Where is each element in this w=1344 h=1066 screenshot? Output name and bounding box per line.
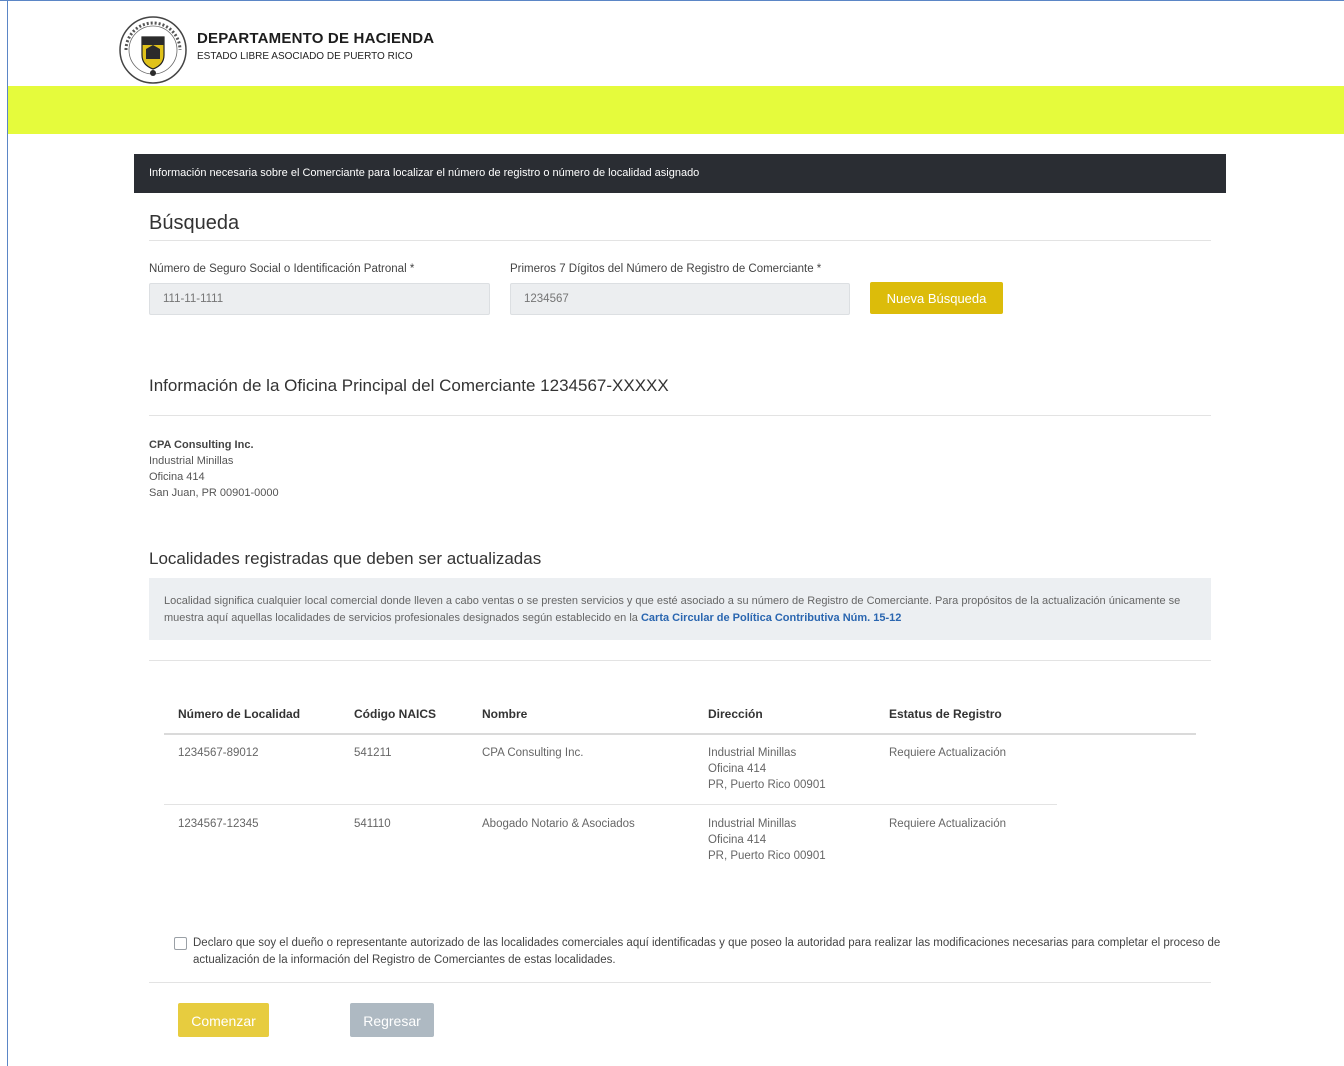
row-divider xyxy=(164,804,1057,805)
address-line: Industrial Minillas xyxy=(708,818,797,830)
office-name: CPA Consulting Inc. xyxy=(149,439,254,451)
cell-numero: 1234567-12345 xyxy=(178,818,259,830)
address-line: Oficina 414 xyxy=(708,763,767,775)
office-section-title: Información de la Oficina Principal del … xyxy=(149,376,669,395)
cell-nombre: CPA Consulting Inc. xyxy=(482,747,584,759)
divider xyxy=(149,660,1211,661)
brand-title: DEPARTAMENTO DE HACIENDA xyxy=(197,30,435,47)
window-border-top xyxy=(0,0,1344,1)
brand-subtitle: ESTADO LIBRE ASOCIADO DE PUERTO RICO xyxy=(197,51,413,62)
circular-link[interactable]: Carta Circular de Política Contributiva … xyxy=(641,612,901,624)
back-button[interactable]: Regresar xyxy=(350,1003,434,1037)
localities-section-title: Localidades registradas que deben ser ac… xyxy=(149,549,542,568)
declaration-text: Declaro que soy el dueño o representante… xyxy=(193,937,1221,966)
office-address-line: San Juan, PR 00901-0000 xyxy=(149,487,279,499)
address-line: PR, Puerto Rico 00901 xyxy=(708,850,826,862)
divider xyxy=(149,982,1211,983)
column-header-nombre: Nombre xyxy=(482,707,528,721)
office-address: CPA Consulting Inc. Industrial Minillas … xyxy=(149,437,279,501)
column-header-estatus: Estatus de Registro xyxy=(889,707,1002,721)
declaration-checkbox[interactable] xyxy=(174,937,187,950)
cell-nombre: Abogado Notario & Asociados xyxy=(482,818,635,830)
office-address-line: Oficina 414 xyxy=(149,471,205,483)
ssn-label: Número de Seguro Social o Identificación… xyxy=(149,263,415,275)
column-header-numero: Número de Localidad xyxy=(178,707,301,721)
window-border-left xyxy=(7,0,8,1066)
registration-input[interactable] xyxy=(510,283,850,315)
cell-numero: 1234567-89012 xyxy=(178,747,259,759)
divider xyxy=(149,415,1211,416)
info-bar-text: Información necesaria sobre el Comercian… xyxy=(149,167,700,179)
cell-naics: 541110 xyxy=(354,818,391,830)
address-line: PR, Puerto Rico 00901 xyxy=(708,779,826,791)
column-header-direccion: Dirección xyxy=(708,707,763,721)
address-line: Oficina 414 xyxy=(708,834,767,846)
address-line: Industrial Minillas xyxy=(708,747,797,759)
cell-estatus: Requiere Actualización xyxy=(889,747,1006,759)
cell-estatus: Requiere Actualización xyxy=(889,818,1006,830)
info-bar: Información necesaria sobre el Comercian… xyxy=(134,154,1226,193)
cell-naics: 541211 xyxy=(354,747,392,759)
new-search-button[interactable]: Nueva Búsqueda xyxy=(870,282,1003,314)
ssn-input[interactable] xyxy=(149,283,490,315)
office-address-line: Industrial Minillas xyxy=(149,455,234,467)
hacienda-seal-logo xyxy=(119,16,187,84)
start-button[interactable]: Comenzar xyxy=(178,1003,269,1037)
column-header-naics: Código NAICS xyxy=(354,707,436,721)
search-section-title: Búsqueda xyxy=(149,212,240,234)
registration-label: Primeros 7 Dígitos del Número de Registr… xyxy=(510,263,822,275)
divider xyxy=(149,240,1211,241)
localities-notice: Localidad significa cualquier local come… xyxy=(149,578,1211,640)
cell-direccion: Industrial Minillas Oficina 414 PR, Puer… xyxy=(708,745,826,793)
table-header-divider xyxy=(164,733,1196,735)
header-accent-band xyxy=(8,86,1344,134)
cell-direccion: Industrial Minillas Oficina 414 PR, Puer… xyxy=(708,816,826,864)
